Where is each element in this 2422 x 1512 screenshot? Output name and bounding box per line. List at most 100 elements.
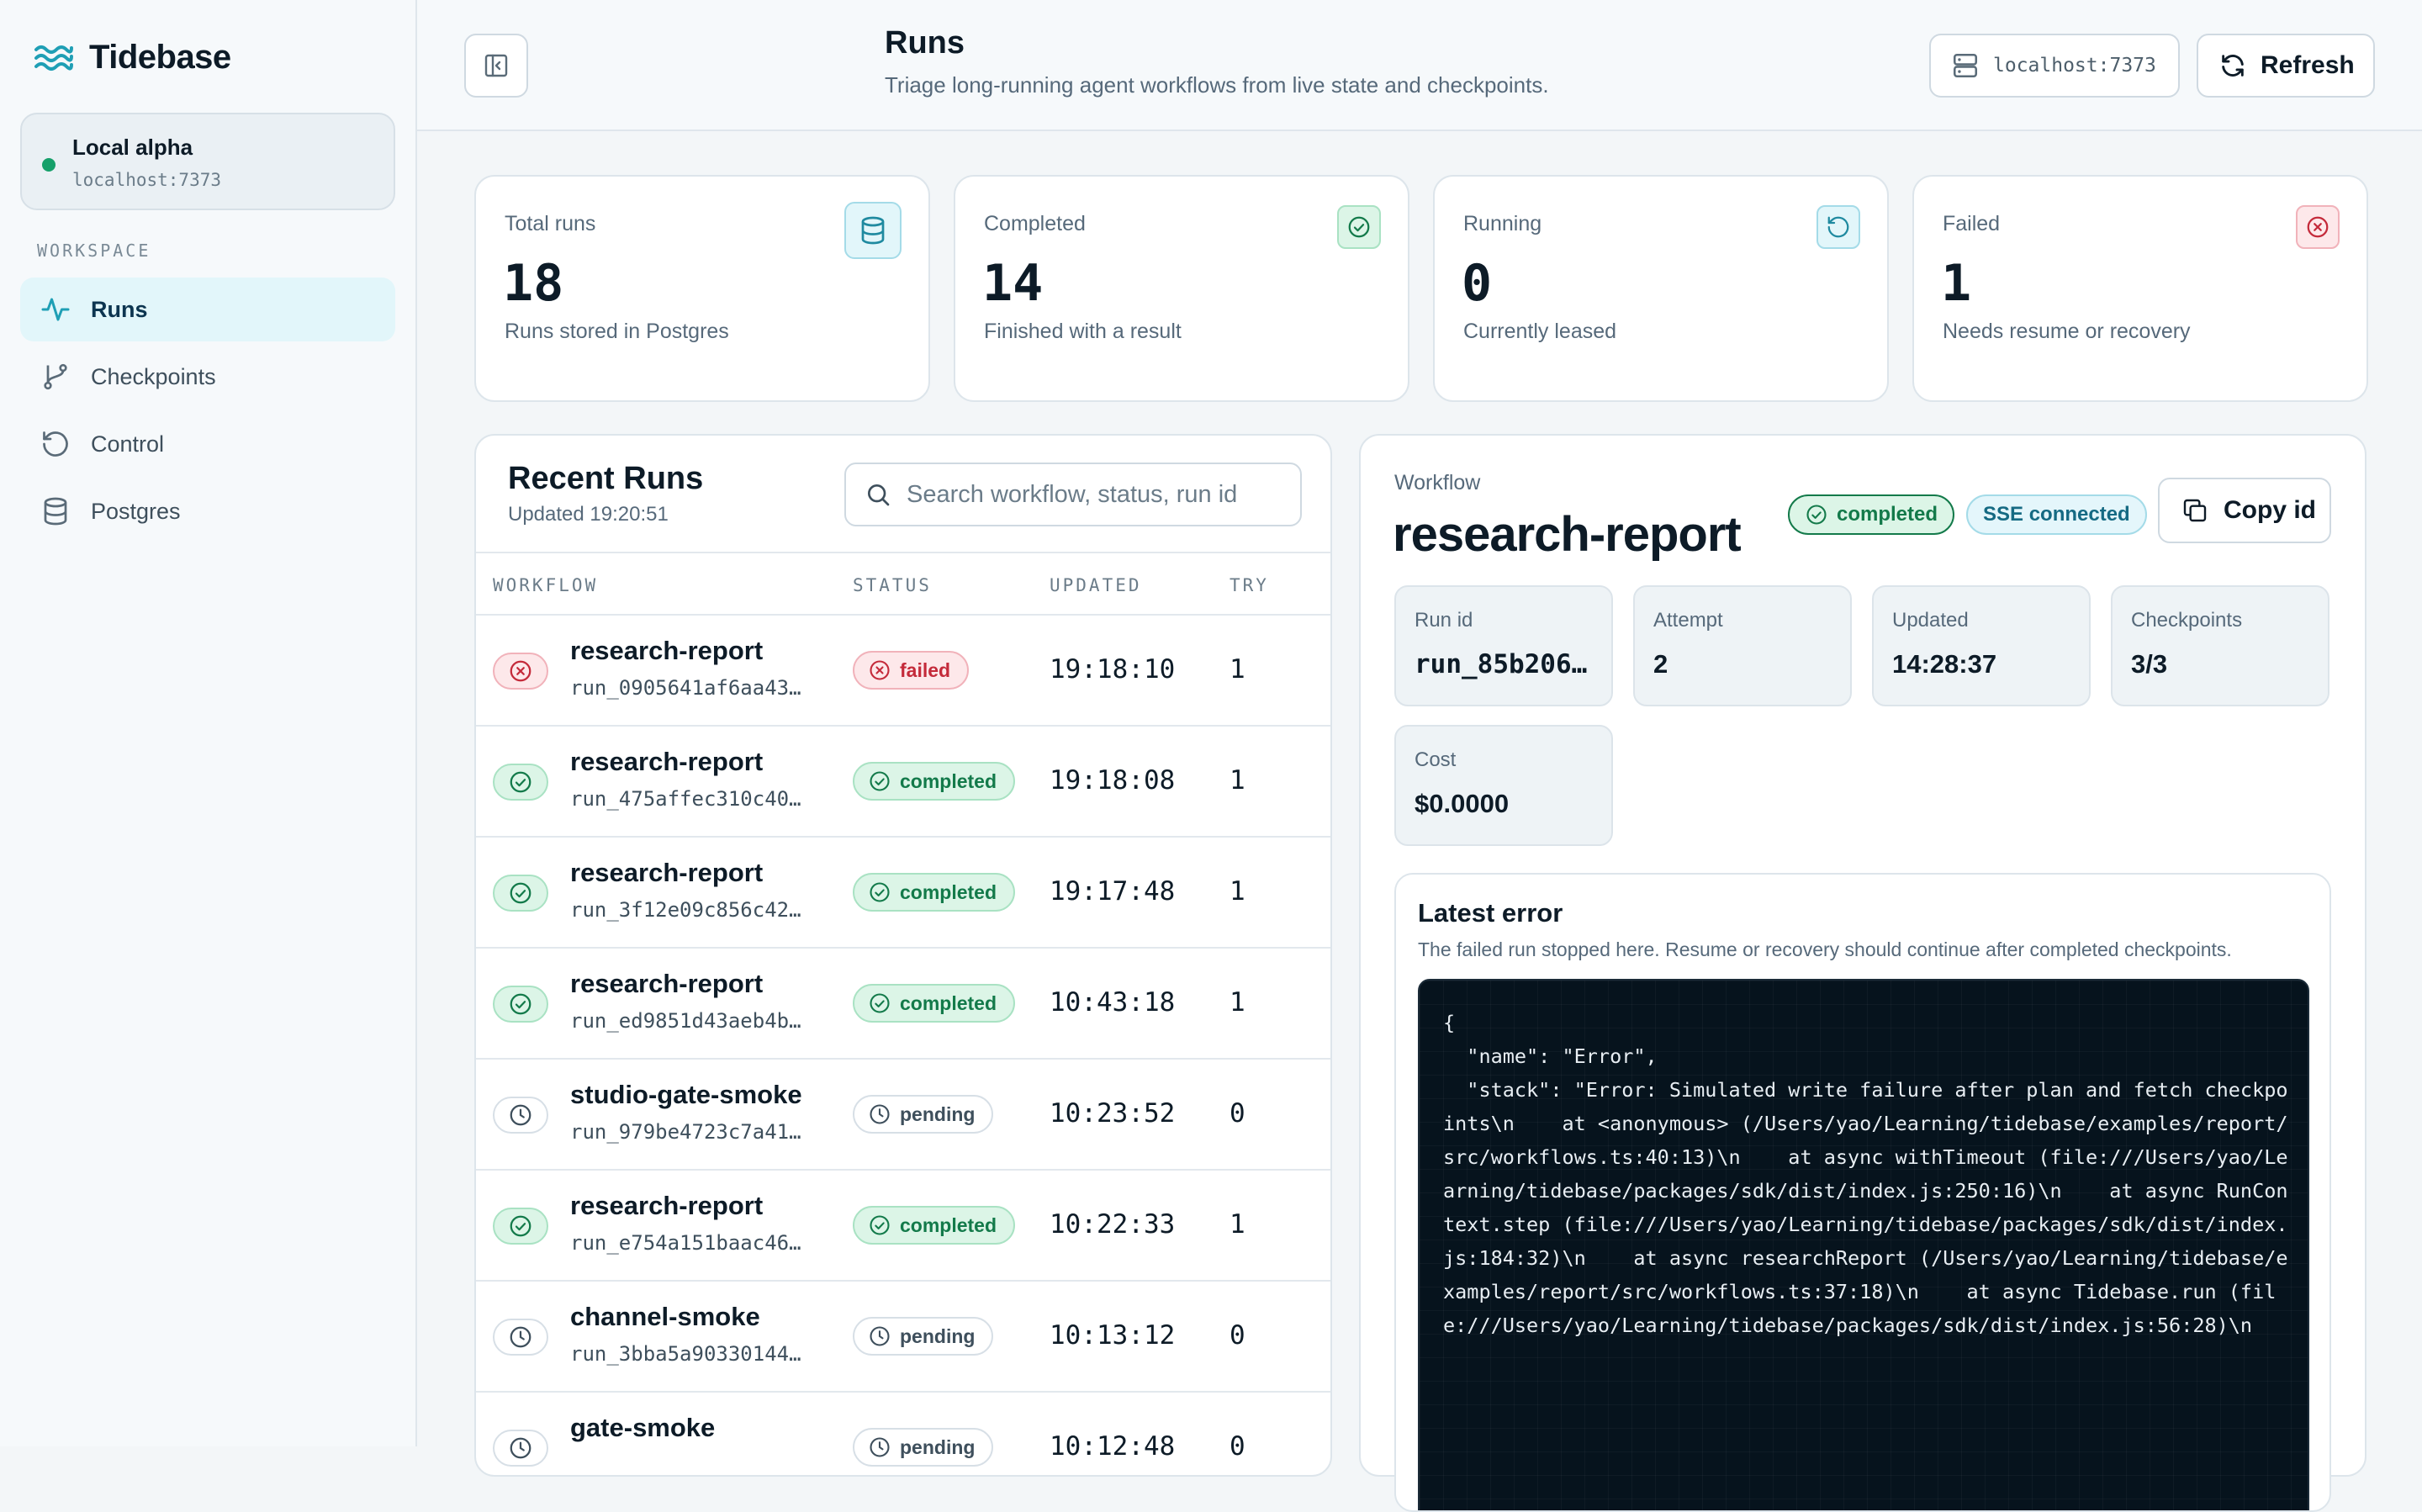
table-row[interactable]: research-report run_3f12e09c856c42… comp… [476,838,1330,949]
row-try: 1 [1230,1209,1245,1240]
status-badge-label: completed [900,769,997,792]
check-circle-icon [493,1208,548,1245]
row-try: 1 [1230,654,1245,685]
metric-label: Checkpoints [2131,609,2243,632]
row-workflow-name: research-report [570,1191,764,1220]
table-row[interactable]: research-report run_0905641af6aa43… fail… [476,616,1330,727]
check-circle-icon [493,875,548,912]
search-box[interactable] [844,463,1302,526]
metric-checkpoints: Checkpoints 3/3 [2111,585,2329,706]
table-row[interactable]: research-report run_e754a151baac46… comp… [476,1171,1330,1282]
brand[interactable]: Tidebase [34,39,231,77]
metric-label: Attempt [1653,609,1723,632]
clock-icon [870,1104,890,1124]
table-row[interactable]: studio-gate-smoke run_979be4723c7a41… pe… [476,1060,1330,1171]
x-circle-icon [870,660,890,680]
error-code-block[interactable]: { "name": "Error", "stack": "Error: Simu… [1418,979,2309,1510]
copy-id-button[interactable]: Copy id [2158,478,2331,543]
clock-icon [870,1437,890,1457]
metric-value: 3/3 [2131,649,2168,679]
refresh-button[interactable]: Refresh [2197,34,2375,98]
status-badge: completed [1788,494,1955,535]
activity-icon [41,298,70,321]
check-circle-icon [1337,205,1381,249]
table-row[interactable]: research-report run_ed9851d43aeb4b… comp… [476,949,1330,1060]
metric-updated: Updated 14:28:37 [1872,585,2091,706]
stat-card-failed: Failed 1 Needs resume or recovery [1912,175,2368,402]
server-host-button[interactable]: localhost:7373 [1929,34,2180,98]
check-circle-icon [870,993,890,1013]
sidebar-item-checkpoints[interactable]: Checkpoints [20,345,395,409]
row-run-id: run_3bba5a90330144… [570,1342,801,1366]
stat-label: Failed [1943,212,2001,235]
sidebar-item-postgres[interactable]: Postgres [20,479,395,543]
status-badge: completed [853,873,1016,912]
row-workflow-name: gate-smoke [570,1413,716,1442]
metric-value: $0.0000 [1415,789,1510,818]
database-icon [844,202,902,259]
search-input[interactable] [907,480,1300,509]
status-badge: pending [853,1317,994,1356]
recent-runs-panel: Recent Runs Updated 19:20:51 WORKFLOW ST… [474,434,1332,1477]
x-circle-icon [2296,205,2340,249]
refresh-icon [2222,55,2244,77]
column-header-workflow[interactable]: WORKFLOW [493,575,598,595]
check-circle-icon [870,882,890,902]
row-workflow-name: research-report [570,858,764,887]
run-detail-panel: Workflow research-report completed SSE c… [1359,434,2366,1512]
status-badge-label: pending [900,1435,976,1458]
row-try: 1 [1230,765,1245,796]
stat-card-total-runs: Total runs 18 Runs stored in Postgres [474,175,930,402]
metric-cost: Cost $0.0000 [1394,725,1613,846]
status-badge: failed [853,651,970,690]
table-row[interactable]: research-report run_475affec310c40… comp… [476,727,1330,838]
sse-status-badge: SSE connected [1966,494,2147,535]
status-badge-label: failed [900,658,951,681]
git-branch-icon [44,363,67,390]
sidebar-item-label: Control [91,431,165,457]
stat-card-running: Running 0 Currently leased [1433,175,1889,402]
stat-desc: Runs stored in Postgres [505,320,729,343]
status-badge-label: pending [900,1102,976,1125]
table-row[interactable]: gate-smoke pending 10:12:48 0 [476,1393,1330,1475]
environment-switcher[interactable]: Local alpha localhost:7373 [20,113,395,210]
page-header: Runs Triage long-running agent workflows… [417,0,2422,131]
row-run-id: run_475affec310c40… [570,787,801,811]
table-row[interactable]: channel-smoke run_3bba5a90330144… pendin… [476,1282,1330,1393]
collapse-sidebar-button[interactable] [464,34,528,98]
column-header-status[interactable]: STATUS [853,575,932,595]
status-badge-label: completed [900,1213,997,1236]
row-workflow-name: research-report [570,636,764,665]
sidebar-item-control[interactable]: Control [20,412,395,476]
error-title: Latest error [1418,898,1563,928]
sidebar-item-runs[interactable]: Runs [20,278,395,341]
check-circle-icon [493,764,548,801]
stat-value: 18 [503,254,564,313]
check-circle-icon [870,1215,890,1235]
detail-label: Workflow [1394,471,1481,494]
stat-value: 0 [1462,254,1493,313]
column-header-try[interactable]: TRY [1230,575,1269,595]
metric-label: Updated [1892,609,1969,632]
clock-icon [493,1319,548,1356]
status-badge: completed [853,984,1016,1023]
waves-logo-icon [34,45,73,71]
stat-desc: Currently leased [1463,320,1617,343]
page-subtitle: Triage long-running agent workflows from… [885,72,1549,98]
status-badge-label: completed [900,991,997,1014]
environment-host: localhost:7373 [72,170,222,190]
server-icon [1953,53,1978,78]
row-try: 0 [1230,1098,1245,1129]
metric-label: Cost [1415,748,1457,771]
status-badge: completed [853,762,1016,801]
row-run-id: run_979be4723c7a41… [570,1120,801,1144]
recent-runs-title: Recent Runs [508,461,704,496]
check-circle-icon [1806,505,1827,525]
clock-icon [493,1097,548,1134]
stat-desc: Needs resume or recovery [1943,320,2191,343]
column-header-updated[interactable]: UPDATED [1050,575,1142,595]
row-updated: 10:23:52 [1050,1098,1176,1129]
stat-value: 14 [982,254,1044,313]
row-workflow-name: channel-smoke [570,1302,760,1331]
row-updated: 10:43:18 [1050,987,1176,1018]
